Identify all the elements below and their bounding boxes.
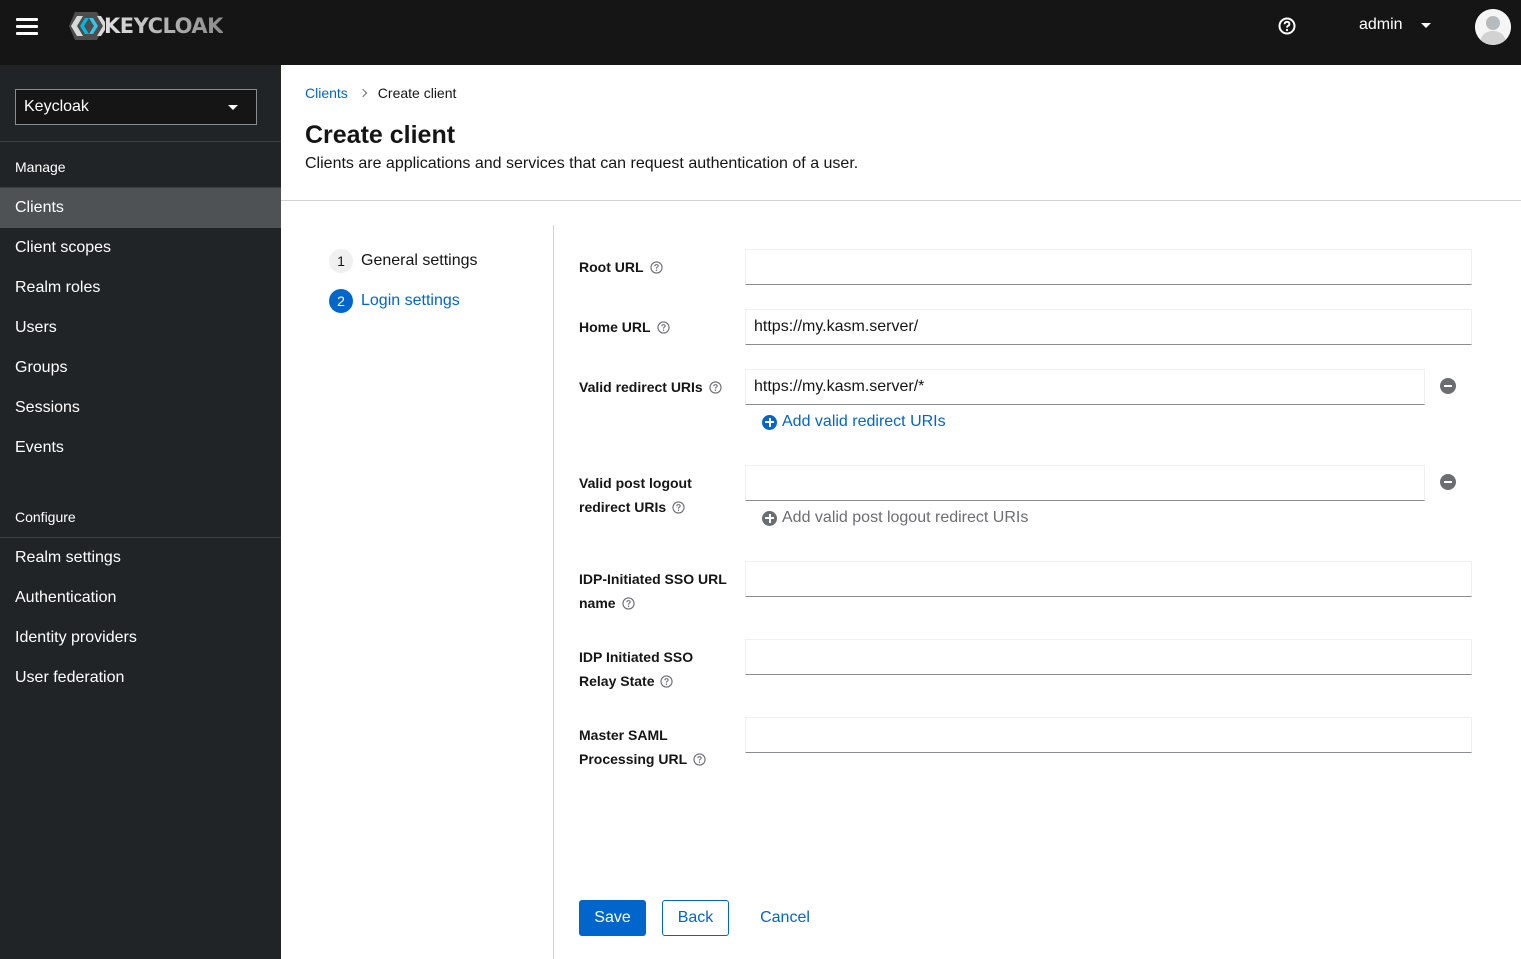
home-url-label: Home URL xyxy=(579,315,670,339)
chevron-right-icon xyxy=(358,88,368,98)
sidebar-item-client-scopes[interactable]: Client scopes xyxy=(0,228,281,268)
breadcrumb: Clients Create client xyxy=(305,85,456,101)
sidebar-item-events[interactable]: Events xyxy=(0,428,281,468)
main-content: Clients Create client Create client Clie… xyxy=(281,65,1521,959)
label-text: Master SAML xyxy=(579,727,668,743)
add-label: Add valid redirect URIs xyxy=(782,413,946,430)
wizard-divider xyxy=(553,225,554,959)
keycloak-logo-icon xyxy=(69,12,105,40)
breadcrumb-clients-link[interactable]: Clients xyxy=(305,85,348,101)
label-text: IDP-Initiated SSO URL xyxy=(579,571,727,587)
idp-initiated-sso-url-name-input[interactable] xyxy=(745,561,1472,597)
sidebar-item-clients[interactable]: Clients xyxy=(0,188,281,228)
hamburger-icon[interactable] xyxy=(16,17,38,37)
root-url-input[interactable] xyxy=(745,249,1472,285)
back-button[interactable]: Back xyxy=(662,900,729,936)
master-saml-processing-url-input[interactable] xyxy=(745,717,1472,753)
help-icon[interactable] xyxy=(672,501,685,514)
plus-circle-icon xyxy=(762,414,777,430)
caret-down-icon xyxy=(1420,22,1431,28)
label-text: Valid redirect URIs xyxy=(579,379,703,395)
step-label: Login settings xyxy=(361,292,460,309)
sidebar-item-identity-providers[interactable]: Identity providers xyxy=(0,618,281,658)
sidebar: Keycloak Manage Clients Client scopes Re… xyxy=(0,65,281,959)
label-text: Home URL xyxy=(579,319,651,335)
add-valid-post-logout-redirect-uris-button[interactable]: Add valid post logout redirect URIs xyxy=(762,509,1028,527)
page-title: Create client xyxy=(305,121,456,149)
sidebar-item-authentication[interactable]: Authentication xyxy=(0,578,281,618)
sidebar-divider xyxy=(0,141,281,142)
user-avatar-icon xyxy=(1475,9,1511,45)
page-description: Clients are applications and services th… xyxy=(305,155,859,172)
idp-initiated-sso-url-name-label: IDP-Initiated SSO URL name xyxy=(579,567,727,615)
master-saml-processing-url-label: Master SAML Processing URL xyxy=(579,723,706,771)
remove-post-logout-uri-icon[interactable] xyxy=(1440,474,1456,490)
sidebar-item-user-federation[interactable]: User federation xyxy=(0,658,281,698)
label-text: Root URL xyxy=(579,259,644,275)
sidebar-item-sessions[interactable]: Sessions xyxy=(0,388,281,428)
plus-circle-icon xyxy=(762,510,777,526)
username: admin xyxy=(1359,16,1403,33)
caret-down-icon xyxy=(228,105,238,110)
valid-post-logout-redirect-uri-input[interactable] xyxy=(745,465,1425,501)
step-number: 1 xyxy=(329,249,353,273)
sidebar-item-realm-settings[interactable]: Realm settings xyxy=(0,538,281,578)
wizard-step-general-settings[interactable]: 1 General settings xyxy=(329,249,478,273)
step-number: 2 xyxy=(329,289,353,313)
realm-selector-value: Keycloak xyxy=(24,98,89,115)
help-icon[interactable] xyxy=(709,381,722,394)
label-text: IDP Initiated SSO xyxy=(579,649,694,665)
section-title-manage: Manage xyxy=(15,159,66,175)
valid-post-logout-redirect-uris-label: Valid post logout redirect URIs xyxy=(579,471,692,519)
step-label: General settings xyxy=(361,252,478,269)
brand-name: KEYCLOAK xyxy=(104,14,223,38)
help-icon[interactable] xyxy=(621,597,635,610)
idp-initiated-sso-relay-state-label: IDP Initiated SSO Relay State xyxy=(579,645,693,693)
valid-redirect-uris-label: Valid redirect URIs xyxy=(579,375,722,399)
label-text: Valid post logout xyxy=(579,475,692,491)
home-url-input[interactable] xyxy=(745,309,1472,345)
header-divider xyxy=(281,200,1521,201)
help-icon[interactable] xyxy=(660,675,674,688)
help-icon[interactable] xyxy=(693,753,706,766)
wizard-step-login-settings[interactable]: 2 Login settings xyxy=(329,289,460,313)
sidebar-item-groups[interactable]: Groups xyxy=(0,348,281,388)
section-title-configure: Configure xyxy=(15,509,76,525)
breadcrumb-current: Create client xyxy=(377,85,457,101)
add-valid-redirect-uris-button[interactable]: Add valid redirect URIs xyxy=(762,413,946,431)
sidebar-item-users[interactable]: Users xyxy=(0,308,281,348)
label-text: Processing URL xyxy=(579,751,688,767)
idp-initiated-sso-relay-state-input[interactable] xyxy=(745,639,1472,675)
help-icon[interactable] xyxy=(656,321,670,334)
user-menu-toggle[interactable]: admin xyxy=(1359,16,1431,34)
masthead: KEYCLOAK admin xyxy=(0,0,1521,65)
keycloak-logo[interactable]: KEYCLOAK xyxy=(67,10,223,42)
root-url-label: Root URL xyxy=(579,255,663,279)
save-button[interactable]: Save xyxy=(579,900,646,936)
avatar[interactable] xyxy=(1475,9,1511,45)
help-icon[interactable] xyxy=(649,261,663,274)
label-text: Relay State xyxy=(579,673,655,689)
cancel-button[interactable]: Cancel xyxy=(745,900,825,936)
remove-redirect-uri-icon[interactable] xyxy=(1440,378,1456,394)
label-text: name xyxy=(579,595,616,611)
label-text: redirect URIs xyxy=(579,499,667,515)
add-label: Add valid post logout redirect URIs xyxy=(782,509,1029,526)
sidebar-item-realm-roles[interactable]: Realm roles xyxy=(0,268,281,308)
realm-selector[interactable]: Keycloak xyxy=(15,89,257,125)
question-circle-icon[interactable] xyxy=(1278,17,1296,35)
valid-redirect-uri-input[interactable] xyxy=(745,369,1425,405)
